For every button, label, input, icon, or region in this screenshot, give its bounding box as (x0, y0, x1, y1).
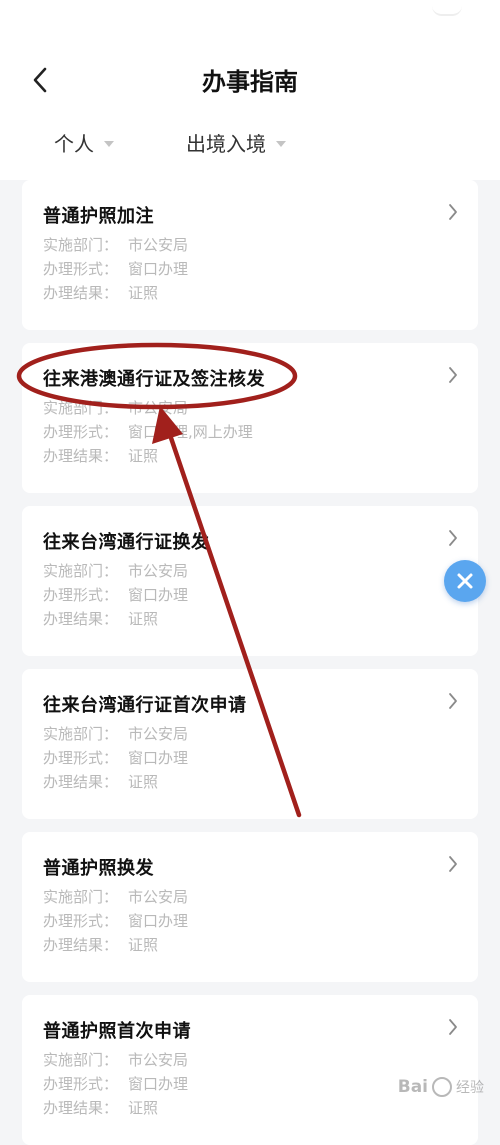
item-dept-row: 实施部门： 市公安局 (43, 562, 189, 580)
watermark: Bai 经验 (398, 1077, 484, 1097)
list-item[interactable]: 往来港澳通行证及签注核发 实施部门： 市公安局 办理形式： 窗口办理,网上办理 办理… (22, 343, 478, 493)
item-dept-row: 实施部门： 市公安局 (43, 725, 189, 743)
chevron-right-icon (449, 1019, 457, 1035)
item-form-row: 办理形式： 窗口办理 (43, 260, 189, 278)
item-result-row: 办理结果： 证照 (43, 610, 159, 628)
item-title: 往来港澳通行证及签注核发 (43, 369, 265, 390)
item-title: 普通护照首次申请 (43, 1021, 191, 1042)
list-item[interactable]: 往来台湾通行证首次申请 实施部门： 市公安局 办理形式： 窗口办理 办理结果： 证照 (22, 669, 478, 819)
page-title: 办事指南 (202, 68, 298, 96)
item-result-row: 办理结果： 证照 (43, 936, 159, 954)
watermark-suffix: 经验 (456, 1080, 484, 1096)
item-dept-row: 实施部门： 市公安局 (43, 236, 189, 254)
item-result-row: 办理结果： 证照 (43, 447, 159, 465)
item-title: 普通护照加注 (43, 206, 154, 227)
item-result-row: 办理结果： 证照 (43, 773, 159, 791)
caret-down-icon (104, 140, 114, 147)
chevron-right-icon (449, 693, 457, 709)
list-item[interactable]: 普通护照加注 实施部门： 市公安局 办理形式： 窗口办理 办理结果： 证照 (22, 180, 478, 330)
caret-down-icon (276, 140, 286, 147)
close-icon (457, 573, 473, 589)
watermark-brand: Bai (397, 1077, 428, 1097)
chevron-right-icon (449, 367, 457, 383)
header-bar: 办事指南 个人 出境入境 (0, 0, 500, 180)
chevron-right-icon (449, 856, 457, 872)
chevron-right-icon (449, 204, 457, 220)
paw-logo-icon (432, 1077, 452, 1097)
filter-person[interactable]: 个人 (54, 128, 114, 157)
item-form-row: 办理形式： 窗口办理 (43, 586, 189, 604)
close-button[interactable] (444, 560, 486, 602)
chevron-right-icon (449, 530, 457, 546)
item-title: 往来台湾通行证首次申请 (43, 695, 247, 716)
status-bar-remnant (432, 0, 462, 16)
item-result-row: 办理结果： 证照 (43, 284, 159, 302)
list-item[interactable]: 普通护照换发 实施部门： 市公安局 办理形式： 窗口办理 办理结果： 证照 (22, 832, 478, 982)
item-form-row: 办理形式： 窗口办理 (43, 749, 189, 767)
filter-person-label: 个人 (54, 132, 94, 156)
list-item[interactable]: 往来台湾通行证换发 实施部门： 市公安局 办理形式： 窗口办理 办理结果： 证照 (22, 506, 478, 656)
item-dept-row: 实施部门： 市公安局 (43, 399, 189, 417)
item-title: 往来台湾通行证换发 (43, 532, 210, 553)
filter-category-label: 出境入境 (186, 132, 266, 156)
list-item[interactable]: 普通护照首次申请 实施部门： 市公安局 办理形式： 窗口办理 办理结果： 证照 (22, 995, 478, 1145)
item-title: 普通护照换发 (43, 858, 154, 879)
filter-category[interactable]: 出境入境 (186, 128, 286, 157)
item-form-row: 办理形式： 窗口办理 (43, 912, 189, 930)
item-dept-row: 实施部门： 市公安局 (43, 888, 189, 906)
item-result-row: 办理结果： 证照 (43, 1099, 159, 1117)
item-form-row: 办理形式： 窗口办理,网上办理 (43, 423, 253, 441)
item-form-row: 办理形式： 窗口办理 (43, 1075, 189, 1093)
item-dept-row: 实施部门： 市公安局 (43, 1051, 189, 1069)
